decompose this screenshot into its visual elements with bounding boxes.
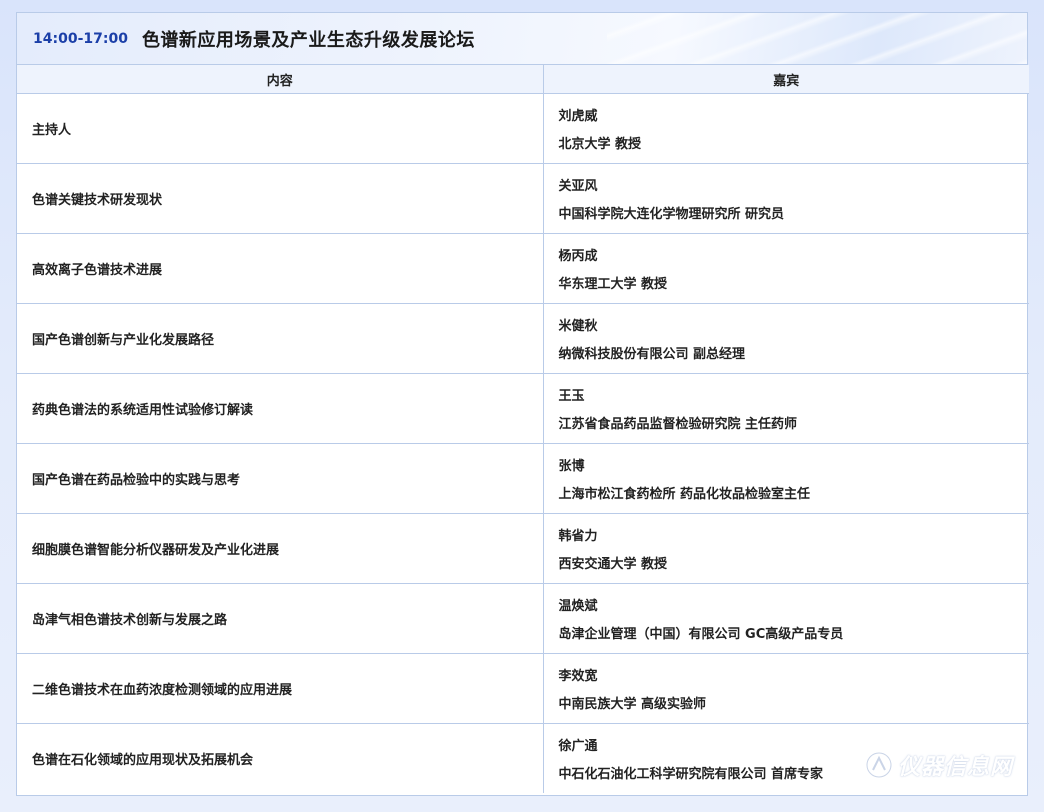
guest-cell: 米健秋 纳微科技股份有限公司 副总经理 bbox=[542, 303, 1029, 374]
session-time: 14:00-17:00 bbox=[33, 30, 128, 47]
guest-name: 张博 bbox=[558, 459, 585, 474]
table-row: 国产色谱创新与产业化发展路径 米健秋 纳微科技股份有限公司 副总经理 bbox=[17, 303, 1029, 374]
talk-topic: 高效离子色谱技术进展 bbox=[17, 233, 543, 304]
guest-cell: 杨丙成 华东理工大学 教授 bbox=[542, 233, 1029, 304]
guest-name: 王玉 bbox=[558, 389, 585, 404]
guest-name: 杨丙成 bbox=[558, 249, 598, 264]
column-header-guest: 嘉宾 bbox=[542, 65, 1029, 94]
guest-cell: 温焕斌 岛津企业管理（中国）有限公司 GC高级产品专员 bbox=[542, 583, 1029, 654]
guest-cell: 刘虎威 北京大学 教授 bbox=[542, 93, 1029, 164]
guest-cell: 关亚风 中国科学院大连化学物理研究所 研究员 bbox=[542, 163, 1029, 234]
table-row: 二维色谱技术在血药浓度检测领域的应用进展 李效宽 中南民族大学 高级实验师 bbox=[17, 653, 1029, 724]
table-row: 岛津气相色谱技术创新与发展之路 温焕斌 岛津企业管理（中国）有限公司 GC高级产… bbox=[17, 583, 1029, 654]
talk-topic: 色谱关键技术研发现状 bbox=[17, 163, 543, 234]
guest-affiliation: 北京大学 教授 bbox=[558, 137, 642, 152]
talk-topic: 国产色谱创新与产业化发展路径 bbox=[17, 303, 543, 374]
talk-topic: 国产色谱在药品检验中的实践与思考 bbox=[17, 443, 543, 514]
talk-topic: 主持人 bbox=[32, 123, 72, 138]
table-header-row: 内容 嘉宾 bbox=[17, 65, 1029, 94]
guest-cell: 张博 上海市松江食药检所 药品化妆品检验室主任 bbox=[542, 443, 1029, 514]
talk-topic: 药典色谱法的系统适用性试验修订解读 bbox=[17, 373, 543, 444]
talk-topic: 二维色谱技术在血药浓度检测领域的应用进展 bbox=[17, 653, 543, 724]
guest-affiliation: 江苏省食品药品监督检验研究院 主任药师 bbox=[558, 417, 798, 432]
guest-affiliation: 岛津企业管理（中国）有限公司 GC高级产品专员 bbox=[558, 627, 844, 642]
guest-name: 刘虎威 bbox=[558, 109, 598, 124]
guest-name: 韩省力 bbox=[558, 529, 598, 544]
guest-affiliation: 纳微科技股份有限公司 副总经理 bbox=[558, 347, 746, 362]
table-row: 细胞膜色谱智能分析仪器研发及产业化进展 韩省力 西安交通大学 教授 bbox=[17, 513, 1029, 584]
guest-cell: 韩省力 西安交通大学 教授 bbox=[542, 513, 1029, 584]
table-row: 色谱关键技术研发现状 关亚风 中国科学院大连化学物理研究所 研究员 bbox=[17, 163, 1029, 234]
watermark-text: 仪器信息网 bbox=[897, 755, 1013, 780]
talk-topic: 岛津气相色谱技术创新与发展之路 bbox=[17, 583, 543, 654]
guest-cell: 王玉 江苏省食品药品监督检验研究院 主任药师 bbox=[542, 373, 1029, 444]
table-row: 主持人 刘虎威 北京大学 教授 bbox=[17, 93, 1029, 164]
guest-affiliation: 华东理工大学 教授 bbox=[558, 277, 668, 292]
table-row: 国产色谱在药品检验中的实践与思考 张博 上海市松江食药检所 药品化妆品检验室主任 bbox=[17, 443, 1029, 514]
agenda-table: 内容 嘉宾 主持人 刘虎威 北京大学 教授 色谱关键技术研发现状 关亚风 中国科… bbox=[17, 65, 1029, 793]
talk-topic: 色谱在石化领域的应用现状及拓展机会 bbox=[17, 723, 543, 793]
guest-affiliation: 西安交通大学 教授 bbox=[558, 557, 668, 572]
guest-name: 关亚风 bbox=[558, 179, 598, 194]
guest-affiliation: 中南民族大学 高级实验师 bbox=[558, 697, 707, 712]
instrument-logo-icon bbox=[865, 751, 893, 779]
watermark: 仪器信息网 bbox=[864, 749, 1013, 781]
session-header: 14:00-17:00 色谱新应用场景及产业生态升级发展论坛 bbox=[17, 13, 1027, 65]
table-row: 高效离子色谱技术进展 杨丙成 华东理工大学 教授 bbox=[17, 233, 1029, 304]
agenda-panel: 14:00-17:00 色谱新应用场景及产业生态升级发展论坛 内容 嘉宾 主持人… bbox=[16, 12, 1029, 796]
column-header-content: 内容 bbox=[17, 65, 543, 94]
guest-name: 李效宽 bbox=[558, 669, 598, 684]
guest-name: 米健秋 bbox=[558, 319, 598, 334]
guest-name: 温焕斌 bbox=[558, 599, 598, 614]
session-title: 色谱新应用场景及产业生态升级发展论坛 bbox=[141, 29, 475, 51]
guest-affiliation: 上海市松江食药检所 药品化妆品检验室主任 bbox=[558, 487, 811, 502]
guest-affiliation: 中国科学院大连化学物理研究所 研究员 bbox=[558, 207, 785, 222]
talk-topic: 细胞膜色谱智能分析仪器研发及产业化进展 bbox=[17, 513, 543, 584]
table-row: 药典色谱法的系统适用性试验修订解读 王玉 江苏省食品药品监督检验研究院 主任药师 bbox=[17, 373, 1029, 444]
guest-cell: 李效宽 中南民族大学 高级实验师 bbox=[542, 653, 1029, 724]
